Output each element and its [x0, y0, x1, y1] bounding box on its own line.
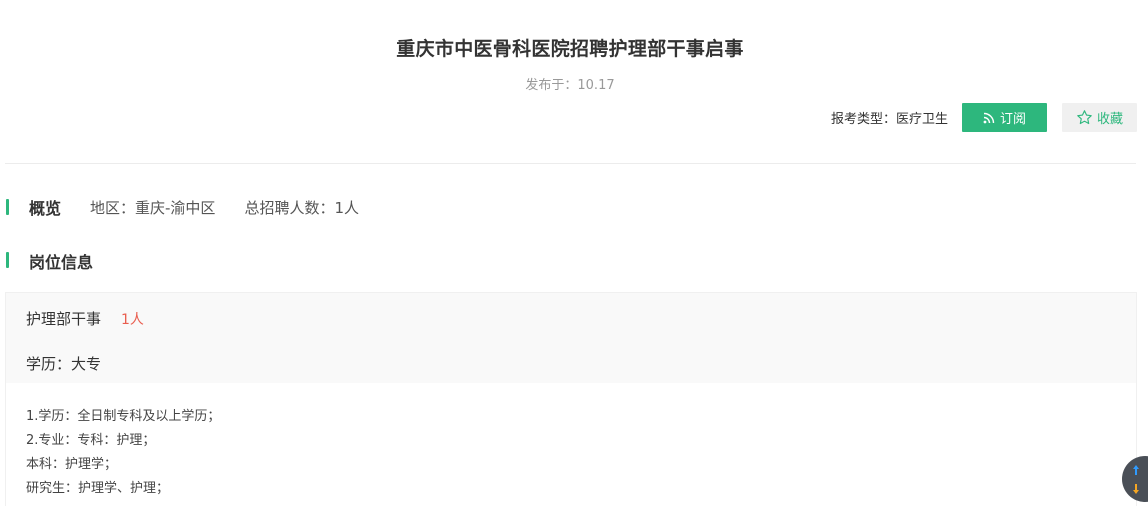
overview-heading: 概览 [29, 199, 62, 218]
requirement-item: 本科：护理学； [26, 457, 118, 472]
position-name: 护理部干事 [26, 310, 102, 328]
requirement-item: 2.专业：专科：护理； [26, 433, 156, 448]
page: 重庆市中医骨科医院招聘护理部干事启事 发布于：10.17 报考类型：医疗卫生 订… [0, 0, 1148, 506]
arrow-up-icon [1133, 465, 1139, 475]
total-hires-info: 总招聘人数：1人 [244, 198, 359, 217]
header-divider [5, 163, 1136, 164]
favorite-button[interactable]: 收藏 [1062, 103, 1137, 132]
exam-type-label: 报考类型： [830, 112, 896, 127]
overview-row: 概览 地区：重庆-渝中区 总招聘人数：1人 [29, 196, 388, 219]
positions-heading: 岗位信息 [29, 253, 94, 272]
exam-type-value: 医疗卫生 [895, 112, 948, 127]
action-bar: 报考类型：医疗卫生 订阅 收藏 [831, 103, 1137, 132]
publish-info: 发布于：10.17 [0, 74, 1140, 93]
star-icon [1077, 110, 1092, 125]
subscribe-label: 订阅 [999, 112, 1026, 127]
exam-type: 报考类型：医疗卫生 [831, 108, 948, 127]
requirement-item: 研究生：护理学、护理； [26, 481, 170, 496]
page-title: 重庆市中医骨科医院招聘护理部干事启事 [396, 38, 744, 60]
requirements-list: 1.学历：全日制专科及以上学历； 2.专业：专科：护理； 本科：护理学； 研究生… [26, 405, 220, 501]
publish-label: 发布于： [525, 78, 578, 93]
positions-marker [6, 252, 9, 268]
position-card-header: 护理部干事 1人 学历：大专 [6, 293, 1136, 383]
subscribe-button[interactable]: 订阅 [962, 103, 1047, 132]
rss-icon [983, 112, 995, 123]
publish-date: 10.17 [577, 78, 615, 93]
position-education: 学历：大专 [26, 355, 102, 373]
requirement-item: 1.学历：全日制专科及以上学历； [26, 409, 221, 424]
arrow-down-icon [1133, 484, 1139, 494]
position-count: 1人 [121, 312, 144, 328]
overview-marker [6, 199, 9, 215]
position-card: 护理部干事 1人 学历：大专 1.学历：全日制专科及以上学历； 2.专业：专科：… [5, 292, 1137, 506]
region-info: 地区：重庆-渝中区 [90, 198, 216, 217]
favorite-label: 收藏 [1096, 112, 1123, 127]
